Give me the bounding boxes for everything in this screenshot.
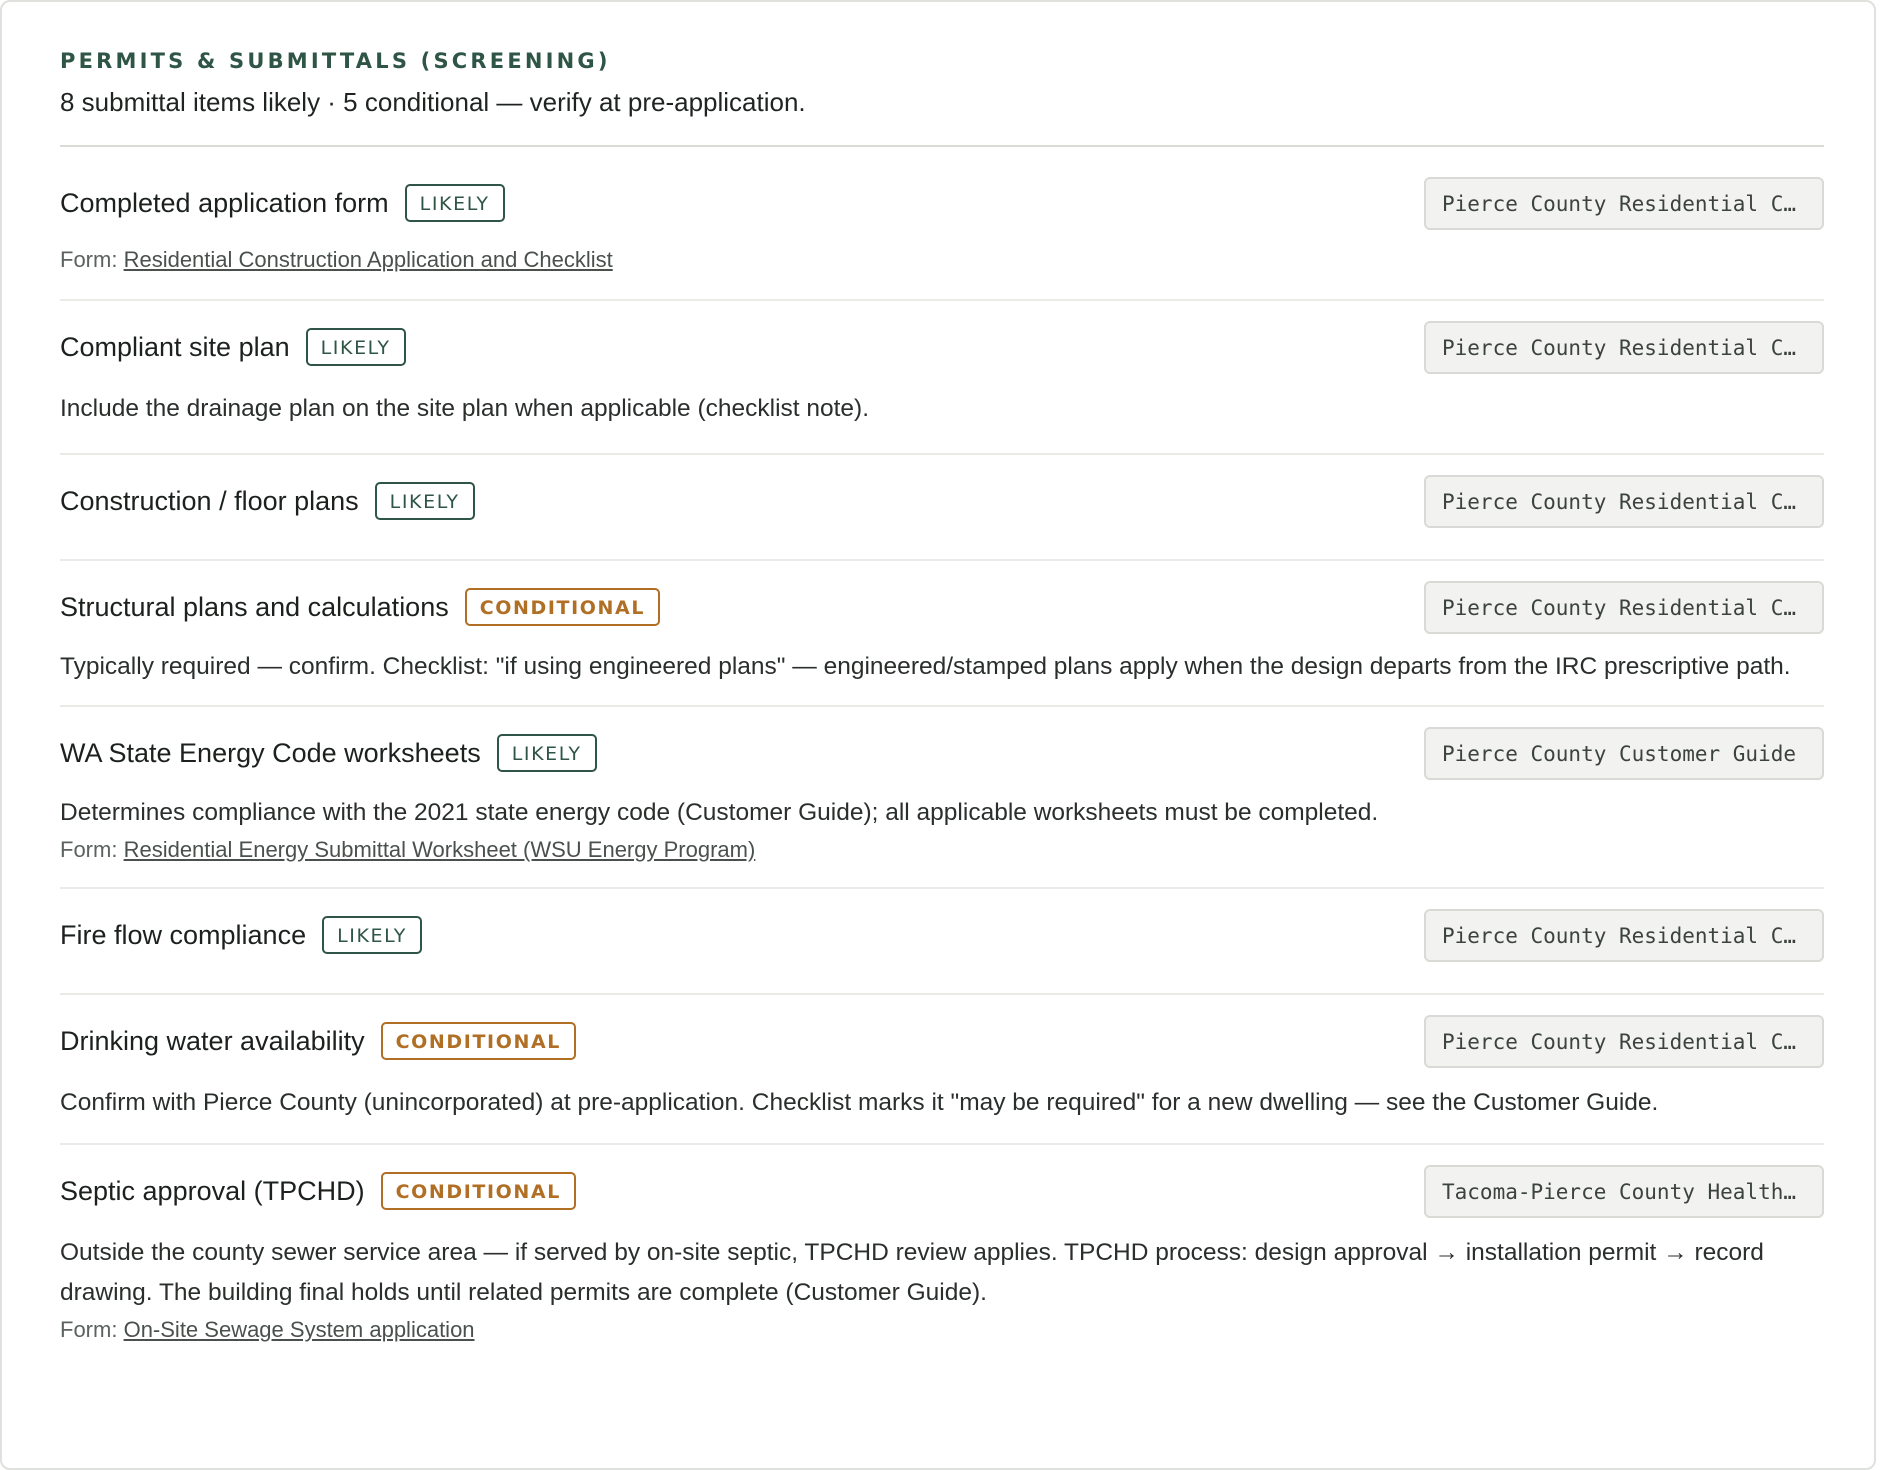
submittal-note: Outside the county sewer service area — …	[60, 1239, 1764, 1306]
submittal-item-title: Fire flow compliance	[60, 920, 307, 950]
status-badge: CONDITIONAL	[380, 1022, 576, 1060]
permits-panel: PERMITS & SUBMITTALS (SCREENING) 8 submi…	[0, 0, 1876, 1470]
submittal-note: Confirm with Pierce County (unincorporat…	[60, 1089, 1659, 1116]
form-link[interactable]: Residential Energy Submittal Worksheet (…	[124, 837, 756, 862]
submittal-item-title: Compliant site plan	[60, 332, 290, 362]
form-label: Form:	[60, 247, 118, 272]
submittal-item-title: Drinking water availability	[60, 1026, 365, 1056]
status-badge: CONDITIONAL	[380, 1172, 576, 1210]
form-line: Form: Residential Energy Submittal Works…	[60, 833, 1824, 867]
status-badge: LIKELY	[374, 482, 475, 520]
submittal-item: Drinking water availability CONDITIONAL Pi…	[60, 995, 1824, 1145]
section-summary: 8 submittal items likely · 5 conditional…	[60, 87, 806, 117]
source-chip[interactable]: Pierce County Residential Construction A…	[1424, 177, 1824, 230]
form-label: Form:	[60, 1317, 118, 1342]
source-chip[interactable]: Tacoma-Pierce County Health Department	[1424, 1165, 1824, 1218]
source-chip[interactable]: Pierce County Residential Construction A…	[1424, 475, 1824, 528]
form-label: Form:	[60, 837, 118, 862]
submittal-item-title: Completed application form	[60, 188, 389, 218]
form-link[interactable]: Residential Construction Application and…	[124, 247, 613, 272]
submittal-item-title: WA State Energy Code worksheets	[60, 738, 481, 768]
status-badge: LIKELY	[496, 734, 597, 772]
source-chip[interactable]: Pierce County Residential Construction A…	[1424, 909, 1824, 962]
submittal-note: Determines compliance with the 2021 stat…	[60, 799, 1379, 826]
section-eyebrow: PERMITS & SUBMITTALS (SCREENING)	[60, 49, 611, 73]
status-badge: LIKELY	[322, 916, 423, 954]
submittal-note: Typically required — confirm. Checklist:…	[60, 653, 1791, 680]
submittal-item: Septic approval (TPCHD) CONDITIONAL Tacoma…	[60, 1145, 1824, 1367]
submittal-item-title: Construction / floor plans	[60, 486, 359, 516]
status-badge: LIKELY	[404, 184, 505, 222]
panel-content: PERMITS & SUBMITTALS (SCREENING) 8 submi…	[60, 42, 1824, 1367]
source-chip[interactable]: Pierce County Residential Construction A…	[1424, 581, 1824, 634]
submittal-item: Completed application form LIKELY Pierce C…	[60, 147, 1824, 301]
source-chip[interactable]: Pierce County Residential Construction A…	[1424, 321, 1824, 374]
submittal-note: Include the drainage plan on the site pl…	[60, 395, 870, 422]
status-badge: LIKELY	[305, 328, 406, 366]
source-chip[interactable]: Pierce County Customer Guide	[1424, 727, 1824, 780]
form-line: Form: On-Site Sewage System application	[60, 1313, 1824, 1347]
form-line: Form: Residential Construction Applicati…	[60, 243, 1824, 277]
submittal-item: Construction / floor plans LIKELY Pierce C…	[60, 455, 1824, 561]
submittal-item: Structural plans and calculations CONDITI…	[60, 561, 1824, 707]
submittal-item: WA State Energy Code worksheets LIKELY Pie…	[60, 707, 1824, 889]
submittal-item-title: Septic approval (TPCHD)	[60, 1176, 365, 1206]
submittal-item-title: Structural plans and calculations	[60, 592, 449, 622]
submittal-item: Compliant site plan LIKELY Pierce County R…	[60, 301, 1824, 455]
status-badge: CONDITIONAL	[464, 588, 661, 626]
submittal-item: Fire flow compliance LIKELY Pierce County …	[60, 889, 1824, 995]
submittal-list: Completed application form LIKELY Pierce C…	[60, 147, 1824, 1367]
source-chip[interactable]: Pierce County Residential Construction A…	[1424, 1015, 1824, 1068]
form-link[interactable]: On-Site Sewage System application	[124, 1317, 475, 1342]
